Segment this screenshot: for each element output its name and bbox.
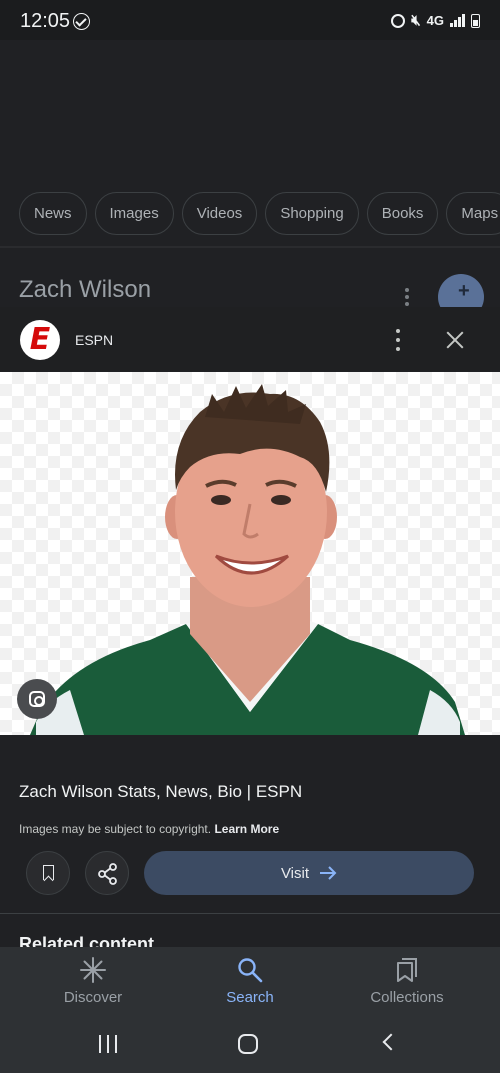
back-icon[interactable]: [382, 1033, 400, 1051]
espn-logo-mark: E: [29, 322, 51, 357]
lens-icon: [29, 691, 45, 707]
network-type: 4G: [426, 13, 444, 28]
check-circle-icon: [73, 13, 90, 30]
asterisk-icon: [80, 957, 106, 983]
more-vert-icon[interactable]: [393, 329, 403, 351]
related-content-heading: Related content: [19, 934, 155, 947]
status-time: 12:05: [20, 10, 71, 32]
lens-search-button[interactable]: [17, 679, 57, 719]
search-icon: [238, 958, 263, 983]
result-image[interactable]: [0, 372, 500, 735]
system-nav-bar: [0, 1015, 500, 1073]
chip-news[interactable]: News: [19, 192, 87, 235]
home-icon[interactable]: [238, 1034, 258, 1054]
bottom-nav: Discover Search Collections: [0, 947, 500, 1015]
visit-button[interactable]: Visit: [144, 851, 474, 895]
divider: [0, 913, 500, 914]
nav-discover-label: Discover: [63, 989, 123, 1006]
signal-icon: [450, 14, 465, 27]
alarm-icon: [391, 13, 406, 28]
mute-icon: 🔇︎: [411, 12, 421, 29]
collections-icon: [397, 958, 417, 982]
knowledge-panel-title: Zach Wilson: [19, 276, 152, 303]
bookmark-icon: [43, 865, 54, 880]
chip-maps[interactable]: Maps: [446, 192, 500, 235]
status-bar: 12:05 🔇︎ 4G: [0, 0, 500, 40]
nav-collections-label: Collections: [370, 989, 444, 1006]
save-button[interactable]: [26, 851, 70, 895]
more-options-icon[interactable]: [405, 288, 411, 309]
nav-search-label: Search: [226, 989, 274, 1006]
nav-discover[interactable]: Discover: [28, 957, 158, 1006]
filter-chips: News Images Videos Shopping Books Maps: [19, 192, 500, 235]
copyright-notice: Images may be subject to copyright. Lear…: [19, 822, 279, 836]
nav-search[interactable]: Search: [185, 957, 315, 1006]
espn-logo[interactable]: E: [20, 320, 60, 360]
chip-shopping[interactable]: Shopping: [265, 192, 359, 235]
close-icon[interactable]: [442, 327, 468, 353]
source-name[interactable]: ESPN: [75, 332, 113, 348]
arrow-right-icon: [320, 866, 337, 880]
recent-apps-icon[interactable]: [99, 1035, 117, 1053]
viewer-header: E ESPN: [0, 307, 500, 371]
learn-more-link[interactable]: Learn More: [214, 822, 279, 836]
share-button[interactable]: [85, 851, 129, 895]
visit-label: Visit: [280, 864, 310, 882]
share-icon: [98, 863, 117, 885]
player-portrait: [30, 384, 465, 735]
chip-videos[interactable]: Videos: [181, 192, 258, 235]
background-search-page: News Images Videos Shopping Books Maps Z…: [0, 40, 500, 320]
battery-icon: [471, 13, 480, 28]
chip-books[interactable]: Books: [366, 192, 439, 235]
chip-images[interactable]: Images: [94, 192, 174, 235]
status-icons: 🔇︎ 4G: [391, 12, 480, 29]
copyright-text: Images may be subject to copyright.: [19, 822, 212, 836]
image-viewer: E ESPN Zach Wilson Stats, News, Bio | ES…: [0, 307, 500, 947]
nav-collections[interactable]: Collections: [342, 957, 472, 1006]
divider: [0, 246, 500, 248]
result-title[interactable]: Zach Wilson Stats, News, Bio | ESPN: [19, 782, 302, 802]
